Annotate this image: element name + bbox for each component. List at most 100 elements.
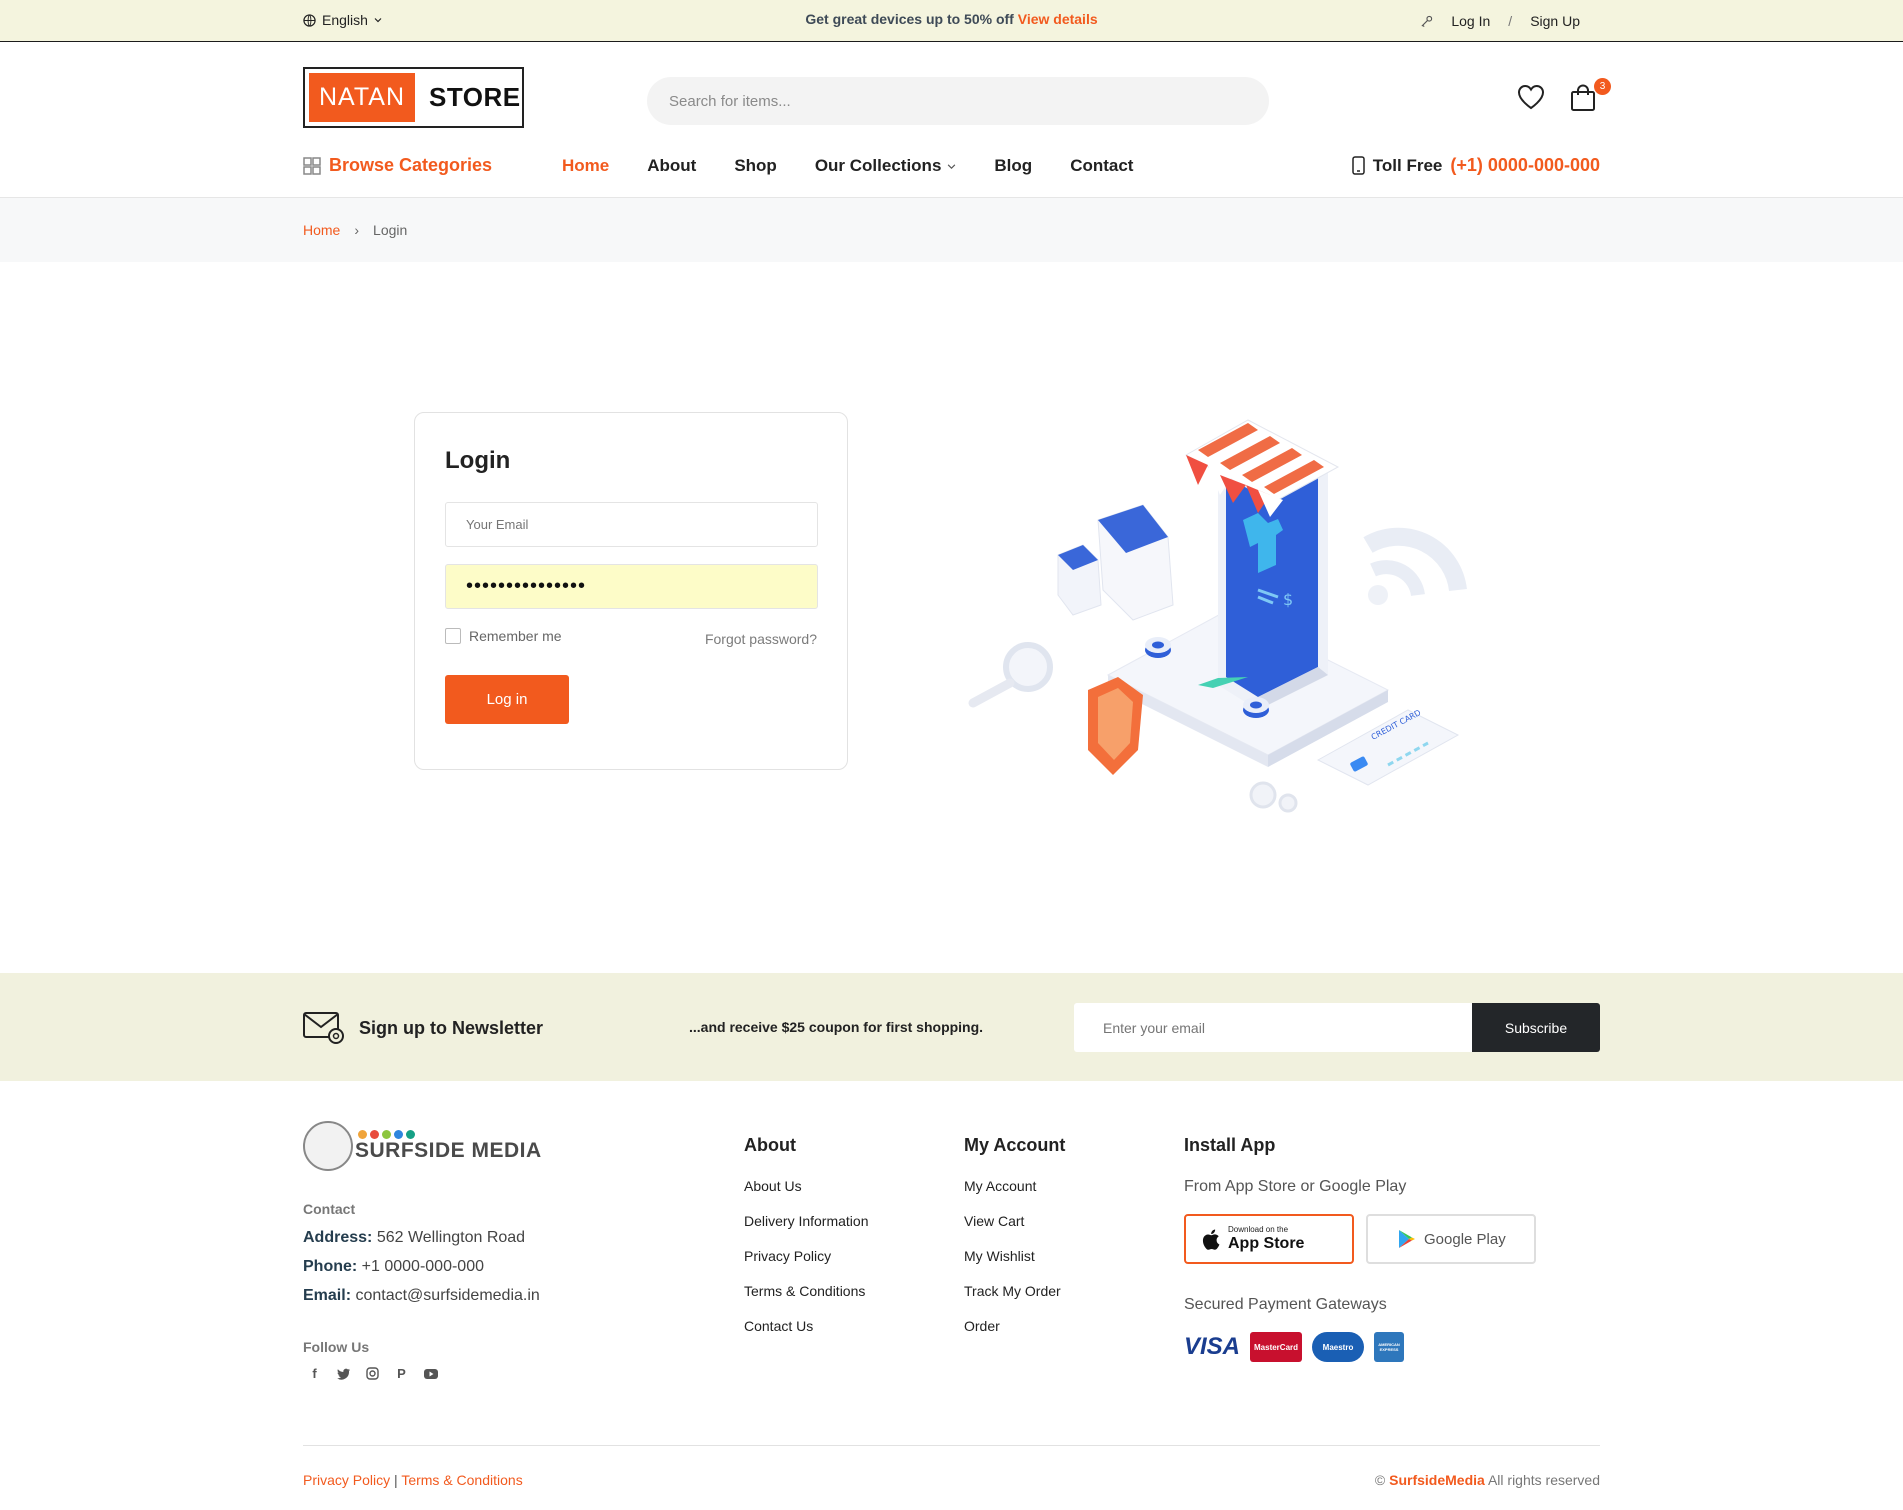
toll-free-number[interactable]: (+1) 0000-000-000 bbox=[1450, 155, 1600, 176]
twitter-icon[interactable] bbox=[336, 1366, 351, 1381]
phone-value: +1 0000-000-000 bbox=[361, 1258, 484, 1275]
breadcrumb: Home › Login bbox=[303, 222, 407, 238]
phone-icon bbox=[1352, 156, 1365, 175]
breadcrumb-bar: Home › Login bbox=[0, 198, 1903, 262]
address-value: 562 Wellington Road bbox=[376, 1229, 526, 1246]
social-links: f P bbox=[307, 1366, 438, 1381]
pinterest-icon[interactable]: P bbox=[394, 1366, 409, 1381]
youtube-icon[interactable] bbox=[423, 1366, 438, 1381]
footer-link-about-us[interactable]: About Us bbox=[744, 1178, 869, 1194]
footer-account-column: My Account My Account View Cart My Wishl… bbox=[964, 1135, 1065, 1353]
footer-about-column: About About Us Delivery Information Priv… bbox=[744, 1135, 869, 1353]
footer-app-subtitle: From App Store or Google Play bbox=[1184, 1178, 1407, 1195]
newsletter-title: Sign up to Newsletter bbox=[359, 1017, 544, 1038]
login-card: Login Remember me Forgot password? Log i… bbox=[414, 412, 848, 770]
search-input[interactable] bbox=[647, 77, 1269, 125]
app-store-big: App Store bbox=[1228, 1234, 1305, 1252]
footer-link-my-account[interactable]: My Account bbox=[964, 1178, 1065, 1194]
footer-logo-emblem bbox=[303, 1121, 353, 1171]
copyright-brand[interactable]: SurfsideMedia bbox=[1389, 1472, 1485, 1488]
footer-logo[interactable]: SURFSIDE MEDIA bbox=[303, 1121, 542, 1171]
phone-label: Phone: bbox=[303, 1258, 358, 1275]
breadcrumb-home[interactable]: Home bbox=[303, 222, 340, 238]
google-play-label: Google Play bbox=[1424, 1230, 1506, 1248]
payment-logos: VISA MasterCard Maestro AMERICAN EXPRESS bbox=[1184, 1332, 1536, 1362]
main-nav: Home About Shop Our Collections Blog Con… bbox=[562, 156, 1133, 176]
browse-categories-label: Browse Categories bbox=[329, 155, 493, 175]
visa-logo: VISA bbox=[1184, 1333, 1241, 1360]
browse-categories-button[interactable]: Browse Categories bbox=[303, 155, 492, 176]
footer-link-contact[interactable]: Contact Us bbox=[744, 1318, 869, 1334]
toll-free: Toll Free (+1) 0000-000-000 bbox=[1352, 155, 1600, 176]
site-header: NATAN STORE 3 Browse Categories Home Abo… bbox=[0, 42, 1903, 198]
footer-contact-title: Contact bbox=[303, 1201, 356, 1217]
email-value[interactable]: contact@surfsidemedia.in bbox=[355, 1287, 539, 1304]
footer-link-track-order[interactable]: Track My Order bbox=[964, 1283, 1065, 1299]
nav-our-collections[interactable]: Our Collections bbox=[815, 156, 957, 176]
signup-link[interactable]: Sign Up bbox=[1530, 13, 1580, 29]
app-store-small: Download on the bbox=[1228, 1224, 1289, 1234]
nav-contact[interactable]: Contact bbox=[1070, 156, 1133, 176]
app-store-text: Download on the App Store bbox=[1228, 1224, 1305, 1252]
logo-store: STORE bbox=[429, 82, 521, 112]
login-title: Login bbox=[445, 447, 511, 474]
forgot-password-link[interactable]: Forgot password? bbox=[705, 631, 817, 647]
nav-our-collections-label: Our Collections bbox=[814, 156, 942, 175]
nav-about[interactable]: About bbox=[647, 156, 696, 176]
shopping-illustration: $ CREDIT CARD bbox=[968, 419, 1467, 813]
password-field[interactable] bbox=[445, 564, 818, 609]
amex-logo: AMERICAN EXPRESS bbox=[1374, 1332, 1405, 1362]
login-button[interactable]: Log in bbox=[445, 675, 569, 724]
view-details-link[interactable]: View details bbox=[1018, 11, 1098, 27]
toll-free-label: Toll Free bbox=[1372, 155, 1443, 175]
footer-bottom-links: Privacy Policy | Terms & Conditions bbox=[303, 1472, 523, 1488]
login-link[interactable]: Log In bbox=[1451, 13, 1490, 29]
copyright-symbol: © bbox=[1374, 1472, 1386, 1488]
subscribe-button[interactable]: Subscribe bbox=[1472, 1003, 1600, 1052]
footer-link-wishlist[interactable]: My Wishlist bbox=[964, 1248, 1065, 1264]
footer-link-order[interactable]: Order bbox=[964, 1318, 1065, 1334]
footer-link-terms[interactable]: Terms & Conditions bbox=[744, 1283, 869, 1299]
footer-about-links: About Us Delivery Information Privacy Po… bbox=[744, 1178, 869, 1334]
footer-email: Email: contact@surfsidemedia.in bbox=[303, 1287, 540, 1305]
dollar-sign: $ bbox=[1283, 590, 1293, 609]
facebook-icon[interactable]: f bbox=[307, 1366, 322, 1381]
footer-link-privacy[interactable]: Privacy Policy bbox=[744, 1248, 869, 1264]
site-logo[interactable]: NATAN STORE bbox=[303, 67, 524, 128]
newsletter-subtitle: ...and receive $25 coupon for first shop… bbox=[689, 1019, 984, 1035]
remember-me-checkbox[interactable] bbox=[445, 628, 461, 644]
payment-title: Secured Payment Gateways bbox=[1184, 1296, 1387, 1313]
footer-link-view-cart[interactable]: View Cart bbox=[964, 1213, 1065, 1229]
footer-address: Address: 562 Wellington Road bbox=[303, 1229, 525, 1247]
remember-me-label: Remember me bbox=[469, 628, 562, 644]
apple-icon bbox=[1202, 1229, 1220, 1250]
google-play-button[interactable]: Google Play bbox=[1366, 1214, 1536, 1264]
copyright: © SurfsideMedia All rights reserved bbox=[1375, 1472, 1600, 1488]
cart-count-badge: 3 bbox=[1594, 78, 1611, 95]
copyright-text: All rights reserved bbox=[1487, 1472, 1600, 1488]
cart-button[interactable]: 3 bbox=[1569, 78, 1611, 117]
nav-home[interactable]: Home bbox=[562, 156, 609, 176]
google-play-icon bbox=[1399, 1230, 1415, 1248]
bottom-privacy-link[interactable]: Privacy Policy bbox=[303, 1472, 390, 1488]
app-store-button[interactable]: Download on the App Store bbox=[1184, 1214, 1354, 1264]
nav-shop[interactable]: Shop bbox=[734, 156, 777, 176]
email-field[interactable] bbox=[445, 502, 818, 547]
footer-account-links: My Account View Cart My Wishlist Track M… bbox=[964, 1178, 1065, 1334]
wishlist-button[interactable] bbox=[1517, 84, 1545, 115]
newsletter-title-wrap: Sign up to Newsletter bbox=[303, 1011, 543, 1045]
footer-link-delivery[interactable]: Delivery Information bbox=[744, 1213, 869, 1229]
nav-blog[interactable]: Blog bbox=[994, 156, 1032, 176]
mastercard-logo: MasterCard bbox=[1250, 1332, 1303, 1362]
instagram-icon[interactable] bbox=[365, 1366, 380, 1381]
newsletter-email-input[interactable] bbox=[1074, 1003, 1473, 1052]
top-bar: English Get great devices up to 50% off … bbox=[0, 0, 1903, 42]
footer-phone: Phone: +1 0000-000-000 bbox=[303, 1258, 484, 1276]
shopping-bag-icon bbox=[1571, 84, 1595, 111]
footer-about-title: About bbox=[744, 1135, 796, 1155]
heart-icon bbox=[1517, 84, 1545, 110]
bottom-terms-link[interactable]: Terms & Conditions bbox=[401, 1472, 522, 1488]
newsletter-section: Sign up to Newsletter ...and receive $25… bbox=[0, 973, 1903, 1081]
auth-separator: / bbox=[1508, 13, 1513, 29]
remember-me[interactable]: Remember me bbox=[445, 628, 562, 644]
